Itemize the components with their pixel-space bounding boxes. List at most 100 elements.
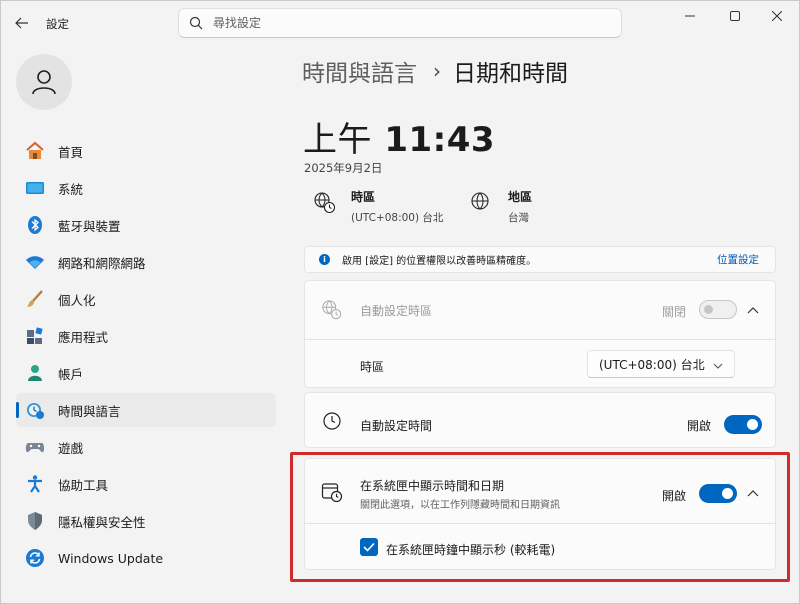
sidebar-item-home[interactable]: 首頁	[16, 134, 276, 168]
timezone-info: 時區 (UTC+08:00) 台北	[313, 188, 443, 225]
time-language-icon	[24, 399, 46, 421]
sidebar-item-label: 首頁	[58, 144, 84, 160]
home-icon	[24, 140, 46, 162]
checkmark-icon	[363, 542, 375, 552]
auto-timezone-card: 自動設定時區 關閉 時區 (UTC+08:00) 台北	[304, 280, 776, 388]
sidebar-item-personalization[interactable]: 個人化	[16, 282, 276, 316]
close-button[interactable]	[757, 4, 797, 28]
auto-time-card: 自動設定時間 開啟	[304, 392, 776, 448]
timezone-title: 時區	[351, 190, 376, 204]
chevron-up-icon[interactable]	[745, 485, 761, 501]
timezone-globe-clock-icon	[321, 299, 343, 321]
sidebar-item-privacy[interactable]: 隱私權與安全性	[16, 504, 276, 538]
location-permission-banner: i 啟用 [設定] 的位置權限以改善時區精確度。 位置設定	[304, 246, 776, 273]
region-info: 地區 台灣	[470, 188, 532, 225]
sidebar-item-label: 網路和網際網路	[58, 255, 146, 271]
region-value: 台灣	[508, 212, 529, 224]
sidebar-item-label: 時間與語言	[58, 403, 121, 419]
tray-time-subtitle: 關閉此選項，以在工作列隱藏時間和日期資訊	[360, 500, 560, 511]
system-icon	[24, 177, 46, 199]
timezone-globe-clock-icon	[313, 191, 339, 217]
title-bar: 設定	[0, 0, 800, 46]
globe-icon	[470, 191, 496, 217]
wifi-icon	[24, 251, 46, 273]
minimize-icon	[685, 15, 695, 17]
maximize-icon	[730, 11, 740, 21]
apps-icon	[24, 325, 46, 347]
page-title: 日期和時間	[453, 61, 568, 87]
sidebar-item-network[interactable]: 網路和網際網路	[16, 245, 276, 279]
minimize-button[interactable]	[670, 4, 710, 28]
gaming-icon	[24, 436, 46, 458]
auto-time-toggle[interactable]	[724, 415, 762, 434]
chevron-down-icon	[713, 359, 723, 373]
auto-timezone-row[interactable]: 自動設定時區 關閉	[305, 281, 775, 339]
search-icon	[189, 16, 203, 30]
info-icon: i	[319, 254, 330, 265]
calendar-clock-icon	[321, 481, 343, 503]
sidebar-item-label: Windows Update	[58, 550, 164, 566]
sidebar-item-gaming[interactable]: 遊戲	[16, 430, 276, 464]
maximize-button[interactable]	[715, 4, 755, 28]
timezone-value: (UTC+08:00) 台北	[351, 212, 444, 224]
account-icon	[24, 362, 46, 384]
auto-time-state: 開啟	[687, 419, 712, 433]
current-time: 上午 11:43	[303, 112, 495, 161]
current-date: 2025年9月2日	[304, 161, 383, 175]
auto-timezone-title: 自動設定時區	[360, 304, 433, 318]
tray-time-state: 開啟	[662, 489, 687, 503]
sidebar-item-label: 帳戶	[58, 366, 84, 382]
region-title: 地區	[508, 190, 533, 204]
sidebar-item-system[interactable]: 系統	[16, 171, 276, 205]
sidebar-item-windows-update[interactable]: Windows Update	[16, 541, 276, 575]
timezone-select-label: 時區	[360, 360, 385, 374]
sidebar-item-label: 協助工具	[58, 477, 109, 493]
accessibility-icon	[24, 473, 46, 495]
sidebar-item-label: 隱私權與安全性	[58, 514, 146, 530]
close-icon	[772, 11, 782, 21]
app-title: 設定	[46, 17, 69, 31]
shield-icon	[24, 510, 46, 532]
sidebar-item-label: 系統	[58, 181, 84, 197]
show-seconds-checkbox[interactable]	[360, 538, 378, 556]
sidebar-item-label: 藍牙與裝置	[58, 218, 121, 234]
auto-timezone-toggle[interactable]	[699, 300, 737, 319]
sidebar-item-bluetooth[interactable]: 藍牙與裝置	[16, 208, 276, 242]
clock-icon	[321, 410, 343, 432]
sidebar-item-label: 個人化	[58, 292, 96, 308]
auto-time-title: 自動設定時間	[360, 419, 433, 433]
back-button[interactable]	[10, 12, 34, 34]
brush-icon	[24, 288, 46, 310]
auto-time-row[interactable]: 自動設定時間 開啟	[305, 393, 775, 449]
bluetooth-icon	[24, 214, 46, 236]
sidebar-item-accounts[interactable]: 帳戶	[16, 356, 276, 390]
search-box[interactable]	[178, 8, 622, 38]
timezone-dropdown[interactable]: (UTC+08:00) 台北	[587, 350, 735, 378]
chevron-up-icon[interactable]	[745, 302, 761, 318]
tray-time-row[interactable]: 在系統匣中顯示時間和日期 關閉此選項，以在工作列隱藏時間和日期資訊 開啟	[305, 459, 775, 523]
avatar[interactable]	[16, 54, 72, 110]
auto-timezone-state: 關閉	[662, 305, 687, 319]
breadcrumb: 時間與語言 › 日期和時間	[302, 54, 568, 88]
sidebar-item-accessibility[interactable]: 協助工具	[16, 467, 276, 501]
timezone-select-row: 時區 (UTC+08:00) 台北	[305, 340, 775, 388]
tray-time-card: 在系統匣中顯示時間和日期 關閉此選項，以在工作列隱藏時間和日期資訊 開啟 在系統…	[304, 458, 776, 570]
location-settings-link[interactable]: 位置設定	[717, 252, 759, 267]
time-ampm: 上午	[303, 120, 372, 160]
sidebar-item-apps[interactable]: 應用程式	[16, 319, 276, 353]
search-input[interactable]	[213, 16, 613, 30]
show-seconds-label: 在系統匣時鐘中顯示秒 (較耗電)	[386, 543, 556, 557]
timezone-dropdown-value: (UTC+08:00) 台北	[599, 357, 705, 372]
user-icon	[32, 70, 56, 95]
sidebar-item-label: 遊戲	[58, 440, 84, 456]
sidebar-item-time-language[interactable]: 時間與語言	[16, 393, 276, 427]
breadcrumb-separator: ›	[433, 59, 441, 83]
banner-text: 啟用 [設定] 的位置權限以改善時區精確度。	[342, 256, 537, 267]
show-seconds-row: 在系統匣時鐘中顯示秒 (較耗電)	[305, 524, 775, 570]
back-arrow-icon	[15, 17, 28, 29]
sidebar-nav: 首頁 系統 藍牙與裝置 網路和網際網路 個人化 應用程式 帳戶 時間與語言 遊戲…	[16, 134, 276, 578]
tray-time-title: 在系統匣中顯示時間和日期	[360, 479, 505, 493]
tray-time-toggle[interactable]	[699, 484, 737, 503]
sidebar-item-label: 應用程式	[58, 329, 109, 345]
breadcrumb-parent[interactable]: 時間與語言	[302, 54, 417, 88]
